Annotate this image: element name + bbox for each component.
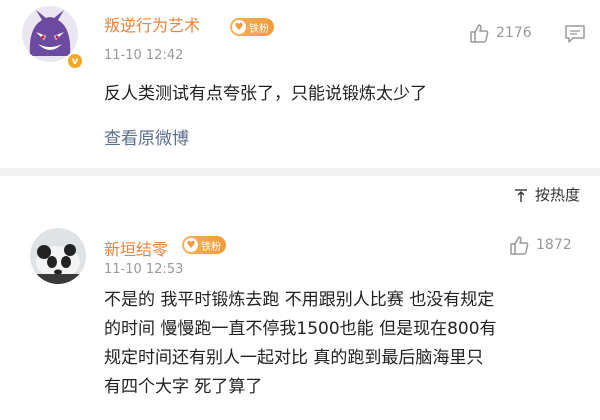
- section-divider: [0, 168, 600, 176]
- username[interactable]: 新垣结零: [104, 236, 168, 260]
- sort-icon: [514, 188, 527, 202]
- thumbs-up-icon: [470, 24, 489, 43]
- comment-text: 反人类测试有点夸张了，只能说锻炼太少了: [104, 84, 427, 104]
- verified-badge-icon: v: [66, 52, 84, 70]
- timestamp: 11-10 12:53: [104, 262, 184, 277]
- sort-label: 按热度: [534, 186, 580, 204]
- fan-badge-label: 铁粉: [249, 23, 269, 35]
- sort-by-hot-button[interactable]: 按热度: [513, 184, 580, 205]
- comment-text-line: 不是的 我平时锻炼去跑 不用跟别人比赛 也没有规定: [104, 290, 495, 310]
- view-original-link[interactable]: 查看原微博: [104, 124, 189, 149]
- heart-icon: ♥: [232, 20, 246, 34]
- panda-avatar-icon: [30, 228, 86, 284]
- username[interactable]: 叛逆行为艺术: [104, 12, 200, 36]
- timestamp: 11-10 12:42: [104, 48, 184, 63]
- comment-item: v 叛逆行为艺术 ♥ 铁粉 11-10 12:42 2176 反人类测试有点夸张…: [0, 0, 600, 168]
- fan-badge-label: 铁粉: [201, 241, 221, 253]
- heart-icon: ♥: [184, 238, 198, 252]
- fan-badge: ♥ 铁粉: [182, 236, 226, 254]
- thumbs-up-icon: [510, 236, 529, 255]
- avatar[interactable]: [30, 228, 86, 284]
- comment-text-line: 规定时间还有别人一起对比 真的跑到最后脑海里只: [104, 348, 484, 368]
- like-button[interactable]: 2176: [468, 22, 532, 44]
- sort-bar: 按热度: [0, 176, 600, 212]
- comment-text-line: 的时间 慢慢跑一直不停我1500也能 但是现在800有: [104, 319, 497, 339]
- comment-text: 不是的 我平时锻炼去跑 不用跟别人比赛 也没有规定 的时间 慢慢跑一直不停我15…: [104, 286, 497, 402]
- comment-text-line: 有四个大字 死了算了: [104, 377, 263, 397]
- like-count: 1872: [536, 237, 572, 253]
- fan-badge: ♥ 铁粉: [230, 18, 274, 36]
- reply-icon[interactable]: [564, 24, 586, 44]
- like-button[interactable]: 1872: [508, 234, 572, 256]
- like-count: 2176: [496, 25, 532, 41]
